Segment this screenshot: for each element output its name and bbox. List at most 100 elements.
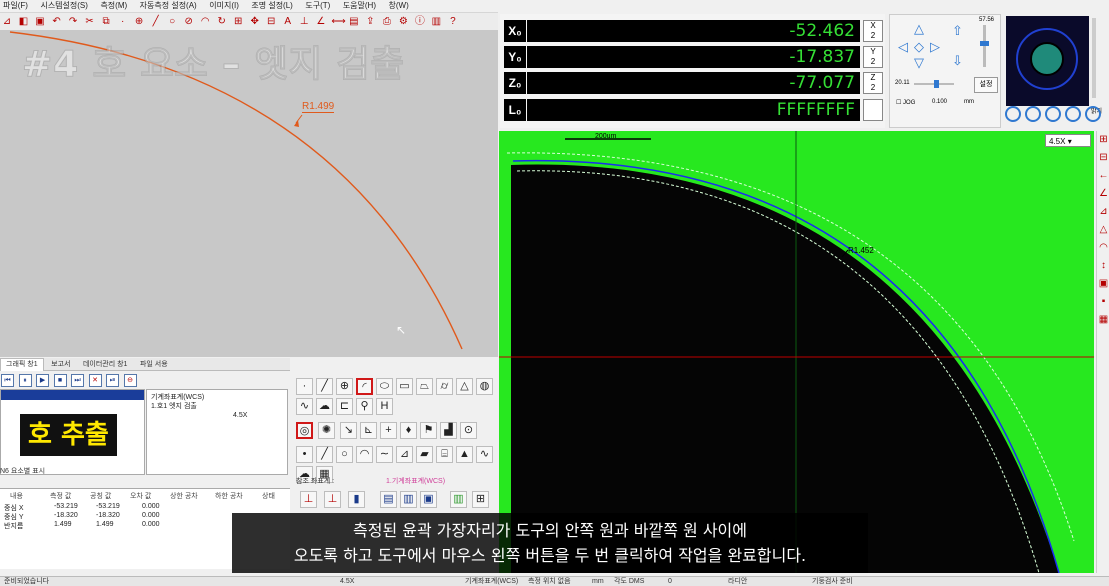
line2-tool-icon[interactable]: ╱: [316, 446, 333, 463]
menu-measure[interactable]: 측정(M): [100, 0, 127, 12]
corner-tool-icon[interactable]: ⊾: [360, 422, 377, 439]
export-icon[interactable]: ⇪: [364, 15, 376, 28]
xy-speed-slider[interactable]: [914, 80, 954, 88]
rect-tool-icon[interactable]: ▭: [396, 378, 413, 395]
info-icon[interactable]: ⓘ: [414, 15, 426, 28]
help-icon[interactable]: ?: [447, 15, 459, 28]
arrow-up-icon[interactable]: △: [914, 21, 924, 37]
menu-file[interactable]: 파일(F): [3, 0, 28, 12]
menu-auto[interactable]: 자동측정 설정(A): [140, 0, 197, 12]
undo-icon[interactable]: ↶: [51, 15, 63, 28]
menu-system[interactable]: 시스템설정(S): [40, 0, 87, 12]
cone-tool-icon[interactable]: △: [456, 378, 473, 395]
strip-tool-4-icon[interactable]: ∠: [1098, 187, 1109, 201]
width-tool-icon[interactable]: H: [376, 398, 393, 415]
zoom-select[interactable]: 4.5X ▾: [1045, 134, 1091, 147]
line-icon[interactable]: ╱: [150, 15, 162, 28]
line-tool-icon[interactable]: ╱: [316, 378, 333, 395]
set-button[interactable]: 설정: [974, 77, 998, 93]
sphere-tool-icon[interactable]: ◍: [476, 378, 493, 395]
z-down-icon[interactable]: ⇩: [952, 53, 963, 69]
layer-icon[interactable]: ▤: [348, 15, 360, 28]
output-8-icon[interactable]: ⊞: [472, 491, 489, 508]
cut-icon[interactable]: ✂: [84, 15, 96, 28]
slot-tool-icon[interactable]: ⊏: [336, 398, 353, 415]
output-2-icon[interactable]: ⊥: [324, 491, 341, 508]
strip-tool-8-icon[interactable]: ↕: [1098, 259, 1109, 273]
cyl2-tool-icon[interactable]: ⌸: [436, 446, 453, 463]
point-icon[interactable]: ·: [117, 15, 129, 28]
circle2-tool-icon[interactable]: ○: [336, 446, 353, 463]
copy-icon[interactable]: ⧉: [100, 15, 112, 28]
output-3-icon[interactable]: ▮: [348, 491, 365, 508]
strip-tool-11-icon[interactable]: ▦: [1098, 313, 1109, 327]
print-icon[interactable]: ⎙: [381, 15, 393, 28]
output-1-icon[interactable]: ⊥: [300, 491, 317, 508]
strip-tool-9-icon[interactable]: ▣: [1098, 277, 1109, 291]
ellipse-tool-icon[interactable]: ⬭: [376, 378, 393, 395]
strip-tool-6-icon[interactable]: △: [1098, 223, 1109, 237]
chart-icon[interactable]: ▥: [430, 15, 442, 28]
new-icon[interactable]: ⊿: [1, 15, 13, 28]
pan-icon[interactable]: ✥: [249, 15, 261, 28]
menu-help[interactable]: 도움말(H): [343, 0, 376, 12]
tab-graphic[interactable]: 그래픽 창1: [0, 358, 44, 371]
blob-tool-icon[interactable]: ☁: [316, 398, 333, 415]
reference-coord-value[interactable]: 1.기계좌표계(WCS): [386, 476, 445, 486]
curve-tool-icon[interactable]: ∿: [296, 398, 313, 415]
focus-tool-icon[interactable]: ⊙: [460, 422, 477, 439]
target-icon[interactable]: ⊕: [133, 15, 145, 28]
pause-icon[interactable]: ⏸: [18, 374, 32, 387]
settings-icon[interactable]: ⚙: [397, 15, 409, 28]
strip-tool-10-icon[interactable]: ▪: [1098, 295, 1109, 309]
rotate-icon[interactable]: ↻: [216, 15, 228, 28]
arc-icon[interactable]: ◠: [199, 15, 211, 28]
ring-light-view[interactable]: [1006, 16, 1089, 106]
tab-file[interactable]: 파일 서용: [135, 359, 173, 371]
output-4-icon[interactable]: ▤: [380, 491, 397, 508]
arc2-tool-icon[interactable]: ◠: [356, 446, 373, 463]
step-icon[interactable]: ⏯: [106, 374, 120, 387]
ring-mode-3-icon[interactable]: [1045, 106, 1061, 122]
z-speed-slider[interactable]: [980, 25, 989, 67]
circle-tool-icon[interactable]: ⊕: [336, 378, 353, 395]
dot-tool-icon[interactable]: •: [296, 446, 313, 463]
spline-tool-icon[interactable]: ∼: [376, 446, 393, 463]
pin-tool-icon[interactable]: ♦: [400, 422, 417, 439]
play-icon[interactable]: ▶: [36, 374, 50, 387]
menu-tools[interactable]: 도구(T): [305, 0, 330, 12]
arrow-right-icon[interactable]: ▷: [930, 39, 940, 55]
last-icon[interactable]: ⏭: [71, 374, 85, 387]
point-tool-icon[interactable]: ·: [296, 378, 313, 395]
table-row[interactable]: 중심 X -53.219 -53.219 0.000: [0, 503, 290, 512]
menu-window[interactable]: 창(W): [389, 0, 409, 12]
half-z-button[interactable]: Z 2: [863, 72, 883, 94]
save-icon[interactable]: ▣: [34, 15, 46, 28]
grid-icon[interactable]: ⊟: [265, 15, 277, 28]
strip-tool-2-icon[interactable]: ⊟: [1098, 151, 1109, 165]
strip-tool-3-icon[interactable]: ←: [1098, 169, 1109, 183]
tab-data[interactable]: 데이터관리 창1: [78, 359, 132, 371]
text-icon[interactable]: A: [282, 15, 294, 28]
tool-x-icon[interactable]: ✕: [88, 374, 102, 387]
selected-step-row[interactable]: [1, 390, 144, 400]
ring-mode-5-icon[interactable]: [1085, 106, 1101, 122]
stop-icon[interactable]: ■: [53, 374, 67, 387]
light-slider[interactable]: [1092, 18, 1096, 98]
image-tool-icon[interactable]: ▟: [440, 422, 457, 439]
dim-icon[interactable]: ⊥: [298, 15, 310, 28]
flag-tool-icon[interactable]: ⚑: [420, 422, 437, 439]
graphic-window[interactable]: #4 호 요소 – 엣지 검출 R1.499 ↖: [0, 31, 498, 357]
half-y-button[interactable]: Y 2: [863, 46, 883, 68]
output-6-icon[interactable]: ▣: [420, 491, 437, 508]
cross-tool-icon[interactable]: +: [380, 422, 397, 439]
z-up-icon[interactable]: ⇧: [952, 23, 963, 39]
ring-mode-2-icon[interactable]: [1025, 106, 1041, 122]
redo-icon[interactable]: ↷: [67, 15, 79, 28]
circle-icon[interactable]: ○: [166, 15, 178, 28]
plane-tool-icon[interactable]: ⏢: [416, 378, 433, 395]
edge-tool-icon[interactable]: ↘: [340, 422, 357, 439]
menu-image[interactable]: 이미지(I): [209, 0, 239, 12]
probe-tool-icon[interactable]: ⚲: [356, 398, 373, 415]
wave-tool-icon[interactable]: ∿: [476, 446, 493, 463]
